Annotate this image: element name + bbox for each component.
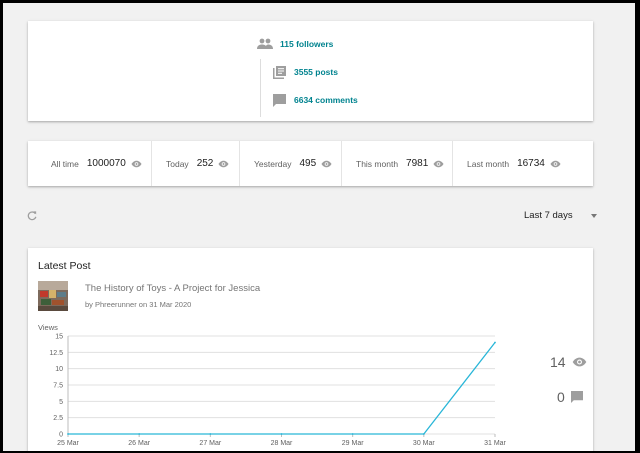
data-point [422, 433, 425, 435]
stat-value: 1000070 [86, 158, 126, 169]
comment-icon [270, 91, 288, 109]
post-title-link[interactable]: The History of Toys - A Project for Jess… [85, 283, 260, 294]
overview-divider [260, 59, 261, 117]
views-total-value: 14 [550, 354, 566, 370]
refresh-icon[interactable] [27, 211, 37, 221]
y-tick-label: 7.5 [53, 383, 63, 390]
stat-label: All time [51, 158, 79, 169]
post-meta: by Phreerunner on 31 Mar 2020 [85, 300, 192, 309]
eye-icon [550, 160, 561, 167]
views-total: 14 [550, 354, 587, 370]
y-tick-label: 12.5 [49, 350, 63, 357]
followers-link[interactable]: 115 followers [280, 39, 333, 49]
comments-total-value: 0 [557, 389, 565, 405]
eye-icon [321, 160, 332, 167]
x-tick-label: 31 Mar [484, 440, 506, 447]
stat-value: 495 [299, 158, 317, 169]
y-tick-label: 2.5 [53, 415, 63, 422]
x-tick-label: 25 Mar [57, 440, 79, 447]
overview-card: 115 followers 3555 posts 6634 comments [28, 21, 593, 121]
y-tick-label: 5 [59, 399, 63, 406]
eye-icon [572, 357, 586, 367]
stats-page: 115 followers 3555 posts 6634 comments A… [3, 3, 635, 451]
stat-label: This month [356, 158, 399, 169]
data-point [494, 341, 496, 344]
latest-post-card: Latest Post The History of Toys - A Proj… [28, 248, 593, 451]
x-tick-label: 28 Mar [271, 440, 293, 447]
stat-this-month: This month 7981 [342, 141, 453, 186]
y-tick-label: 10 [55, 366, 63, 373]
posts-link[interactable]: 3555 posts [294, 67, 338, 77]
y-tick-label: 0 [59, 432, 63, 439]
people-icon [256, 35, 274, 53]
stat-value: 252 [196, 158, 214, 169]
comments-total: 0 [557, 389, 583, 405]
post-thumbnail[interactable] [38, 281, 68, 311]
data-point [351, 433, 354, 435]
stat-value: 7981 [406, 158, 429, 169]
comments-link[interactable]: 6634 comments [294, 95, 358, 105]
stat-label: Last month [467, 158, 510, 169]
stat-all-time: All time 1000070 [28, 141, 152, 186]
data-point [280, 433, 283, 435]
data-point [209, 433, 212, 435]
latest-post-heading: Latest Post [38, 260, 91, 272]
stat-today: Today 252 [152, 141, 240, 186]
views-chart: Views 0 2.5 5 7.5 10 12.5 15 25 Mar 26 Mar 27 Mar 2… [38, 323, 507, 447]
views-line [68, 342, 496, 435]
stat-last-month: Last month 16734 [453, 141, 593, 186]
followers-row[interactable]: 115 followers [256, 35, 333, 53]
stat-yesterday: Yesterday 495 [240, 141, 342, 186]
posts-row[interactable]: 3555 posts [270, 63, 338, 81]
comment-icon [570, 391, 583, 403]
x-tick-label: 27 Mar [199, 440, 221, 447]
x-tick-label: 29 Mar [342, 440, 364, 447]
pageviews-card: All time 1000070 Today 252 Yesterday 495… [28, 141, 593, 186]
posts-icon [270, 63, 288, 81]
range-select[interactable]: Last 7 days [524, 210, 573, 221]
eye-icon [218, 160, 229, 167]
y-axis-label: Views [38, 323, 58, 332]
stat-label: Yesterday [254, 158, 292, 169]
eye-icon [131, 160, 142, 167]
stat-label: Today [166, 158, 189, 169]
chevron-down-icon[interactable] [591, 214, 597, 218]
x-tick-label: 30 Mar [413, 440, 435, 447]
comments-row[interactable]: 6634 comments [270, 91, 358, 109]
eye-icon [433, 160, 444, 167]
data-point [67, 433, 69, 435]
stat-value: 16734 [517, 158, 545, 169]
data-point [138, 433, 141, 435]
x-tick-label: 26 Mar [128, 440, 150, 447]
y-tick-label: 15 [55, 334, 63, 341]
